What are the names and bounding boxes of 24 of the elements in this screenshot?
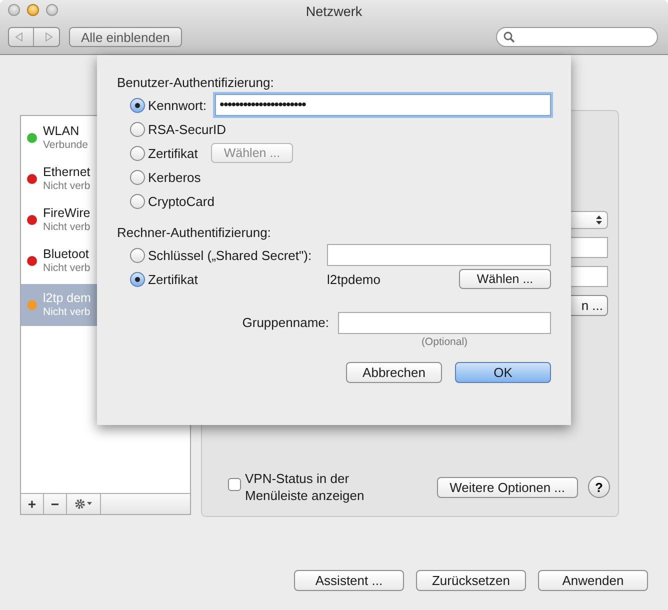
service-status: Nicht verb <box>43 261 90 275</box>
radio-label: Kennwort: <box>148 98 207 112</box>
service-status: Nicht verb <box>43 220 90 234</box>
radio-label: Kerberos <box>148 170 201 184</box>
checkbox-label: VPN-Status in der Menüleiste anzeigen <box>245 470 366 504</box>
service-status: Nicht verb <box>43 179 90 193</box>
radio-label: Schlüssel („Shared Secret"): <box>148 248 312 262</box>
group-name-label: Gruppenname: <box>241 314 330 332</box>
radio-label: Zertifikat <box>148 146 198 160</box>
section-heading: Rechner-Authentifizierung: <box>117 225 272 240</box>
service-name: l2tp dem <box>43 291 91 305</box>
window-title: Netzwerk <box>306 3 362 21</box>
service-status: Nicht verb <box>43 305 91 319</box>
radio-label: CryptoCard <box>148 194 214 208</box>
optional-hint: (Optional) <box>421 336 468 348</box>
service-name: FireWire <box>43 206 90 220</box>
certificate-name: l2tpdemo <box>327 272 380 286</box>
section-heading: Benutzer-Authentifizierung: <box>117 75 275 90</box>
service-status: Verbunde <box>43 138 88 152</box>
service-name: WLAN <box>43 124 80 138</box>
radio-label: Zertifikat <box>148 272 198 286</box>
radio-label: RSA-SecurID <box>148 122 226 136</box>
service-name: Ethernet <box>43 165 90 179</box>
service-name: Bluetoot <box>43 247 90 261</box>
